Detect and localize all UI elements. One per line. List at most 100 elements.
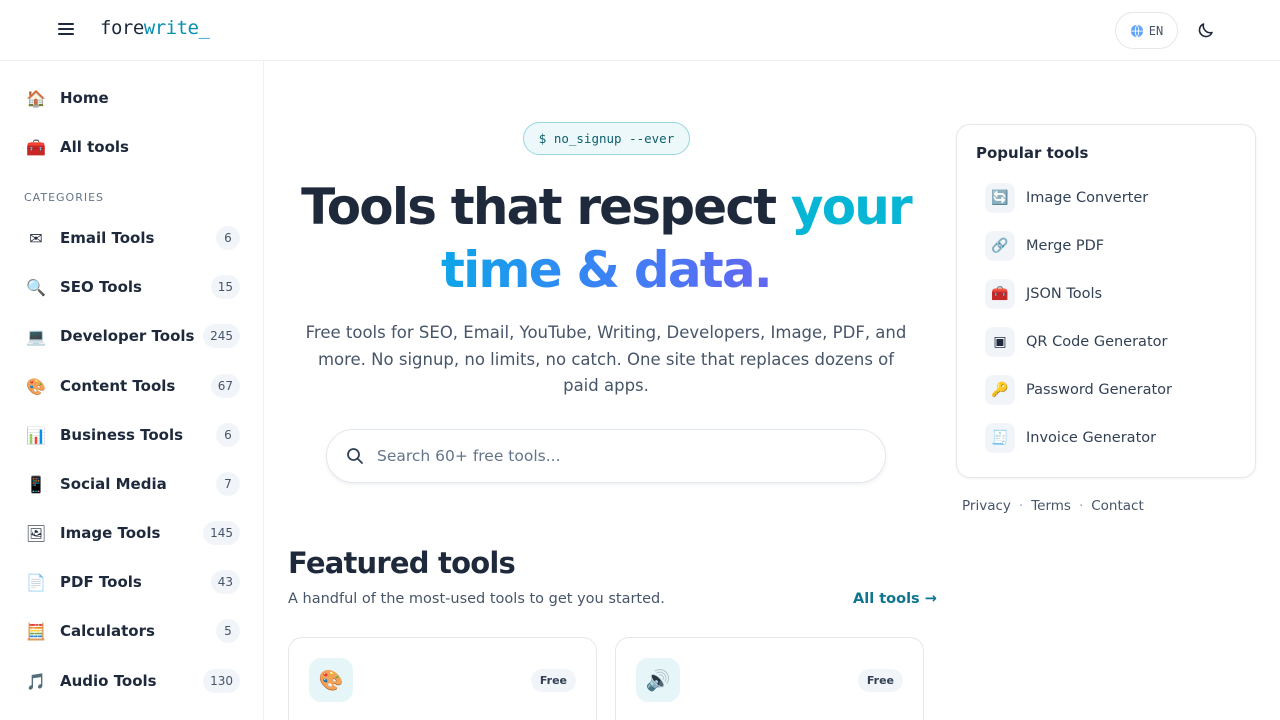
sidebar-item-label: Calculators (60, 622, 155, 640)
count-badge: 7 (216, 472, 240, 496)
sidebar-item-home[interactable]: 🏠 Home (24, 78, 240, 118)
moon-icon[interactable] (1196, 20, 1216, 40)
sidebar-item-email-tools[interactable]: ✉ Email Tools 6 (24, 218, 240, 258)
count-badge: 15 (210, 275, 240, 299)
count-badge: 6 (216, 423, 240, 447)
monitor-icon: 💻 (26, 326, 46, 346)
footer-links: Privacy · Terms · Contact (962, 498, 1144, 514)
count-badge: 43 (210, 570, 240, 594)
sidebar-item-calculators[interactable]: 🧮 Calculators 5 (24, 611, 240, 651)
hero-title-gradient: time & data. (440, 241, 773, 299)
popular-item-label: Invoice Generator (1026, 430, 1157, 446)
count-badge: 67 (210, 374, 240, 398)
sidebar-item-label: PDF Tools (60, 573, 142, 591)
popular-item-merge-pdf[interactable]: 🔗 Merge PDF (985, 230, 1245, 262)
globe-icon (1130, 24, 1143, 37)
sidebar-item-label: All tools (60, 138, 129, 156)
count-badge: 6 (216, 226, 240, 250)
picture-icon: 🖼 (25, 523, 47, 543)
sidebar-item-label: Audio Tools (60, 672, 157, 690)
sidebar-item-label: Image Tools (60, 524, 161, 542)
toolbox-icon: 🧰 (985, 279, 1015, 309)
popular-item-label: Merge PDF (1026, 238, 1105, 254)
hero-title: Tools that respect your time & data. (288, 176, 924, 302)
separator: · (1078, 498, 1084, 514)
top-header: forewrite_ EN (0, 0, 1280, 61)
sidebar-item-social-media[interactable]: 📱 Social Media 7 (24, 464, 240, 504)
language-button[interactable]: EN (1115, 12, 1178, 49)
popular-tools-panel: Popular tools 🔄 Image Converter 🔗 Merge … (956, 124, 1256, 478)
popular-item-label: QR Code Generator (1026, 334, 1168, 350)
refresh-icon: 🔄 (985, 183, 1015, 213)
popular-item-label: Image Converter (1026, 190, 1149, 206)
popular-item-image-converter[interactable]: 🔄 Image Converter (985, 182, 1245, 214)
featured-title: Featured tools (288, 546, 516, 580)
hero-title-accent: your (790, 178, 913, 236)
free-badge: Free (857, 669, 903, 692)
qr-code-icon: ▣ (985, 327, 1015, 357)
popular-item-password-generator[interactable]: 🔑 Password Generator (985, 374, 1245, 406)
receipt-icon: 🧾 (985, 423, 1015, 453)
link-icon: 🔗 (985, 231, 1015, 261)
sidebar: 🏠 Home 🧰 All tools CATEGORIES ✉ Email To… (0, 61, 264, 720)
featured-tool-card[interactable]: 🔊 Free (615, 637, 924, 720)
sidebar-item-content-tools[interactable]: 🎨 Content Tools 67 (24, 366, 240, 406)
count-badge: 145 (203, 521, 240, 545)
count-badge: 130 (203, 669, 240, 693)
hero-title-part1: Tools that respect (301, 178, 791, 236)
phone-icon: 📱 (26, 474, 46, 494)
sidebar-item-image-tools[interactable]: 🖼 Image Tools 145 (24, 513, 240, 553)
popular-item-label: Password Generator (1026, 382, 1172, 398)
all-tools-link[interactable]: All tools → (853, 591, 937, 607)
bar-chart-icon: 📊 (26, 425, 46, 445)
sidebar-item-label: Developer Tools (60, 327, 195, 345)
key-icon: 🔑 (985, 375, 1015, 405)
categories-heading: CATEGORIES (24, 191, 105, 204)
sidebar-item-label: Home (60, 89, 109, 107)
document-icon: 📄 (26, 572, 46, 592)
sidebar-item-label: SEO Tools (60, 278, 142, 296)
featured-tool-card[interactable]: 🎨 Free (288, 637, 597, 720)
terms-link[interactable]: Terms (1031, 498, 1071, 514)
contact-link[interactable]: Contact (1091, 498, 1144, 514)
sidebar-item-audio-tools[interactable]: 🎵 Audio Tools 130 (24, 661, 240, 701)
sidebar-item-business-tools[interactable]: 📊 Business Tools 6 (24, 415, 240, 455)
speaker-icon: 🔊 (636, 658, 680, 702)
popular-tools-title: Popular tools (976, 144, 1089, 162)
house-icon: 🏠 (26, 88, 46, 108)
search-icon (347, 448, 363, 464)
music-note-icon: 🎵 (26, 671, 46, 691)
popular-item-json-tools[interactable]: 🧰 JSON Tools (985, 278, 1245, 310)
sidebar-item-developer-tools[interactable]: 💻 Developer Tools 245 (24, 316, 240, 356)
language-label: EN (1148, 23, 1164, 38)
privacy-link[interactable]: Privacy (962, 498, 1011, 514)
count-badge: 245 (203, 324, 240, 348)
logo-text-fore: fore (100, 17, 144, 39)
palette-icon: 🎨 (309, 658, 353, 702)
sidebar-item-pdf-tools[interactable]: 📄 PDF Tools 43 (24, 562, 240, 602)
featured-subtitle: A handful of the most-used tools to get … (288, 591, 665, 607)
envelope-icon: ✉ (29, 228, 43, 248)
count-badge: 5 (216, 619, 240, 643)
popular-item-invoice-generator[interactable]: 🧾 Invoice Generator (985, 422, 1245, 454)
palette-icon: 🎨 (26, 376, 46, 396)
sidebar-item-all-tools[interactable]: 🧰 All tools (24, 127, 240, 167)
popular-item-label: JSON Tools (1026, 286, 1103, 302)
sidebar-item-label: Business Tools (60, 426, 184, 444)
abacus-icon: 🧮 (26, 621, 46, 641)
toolbox-icon: 🧰 (26, 137, 46, 157)
hero-subtitle: Free tools for SEO, Email, YouTube, Writ… (305, 323, 907, 395)
no-signup-pill: $ no_signup --ever (523, 122, 690, 155)
search-bar[interactable] (326, 429, 886, 483)
logo-text-write: write_ (143, 17, 210, 39)
sidebar-item-label: Social Media (60, 475, 167, 493)
free-badge: Free (530, 669, 576, 692)
search-input[interactable] (377, 447, 857, 465)
popular-item-qr-code-generator[interactable]: ▣ QR Code Generator (985, 326, 1245, 358)
menu-icon[interactable] (56, 20, 76, 40)
site-logo[interactable]: forewrite_ (100, 17, 210, 39)
sidebar-item-label: Email Tools (60, 229, 155, 247)
magnifier-icon: 🔍 (26, 277, 46, 297)
sidebar-item-label: Content Tools (60, 377, 176, 395)
sidebar-item-seo-tools[interactable]: 🔍 SEO Tools 15 (24, 267, 240, 307)
